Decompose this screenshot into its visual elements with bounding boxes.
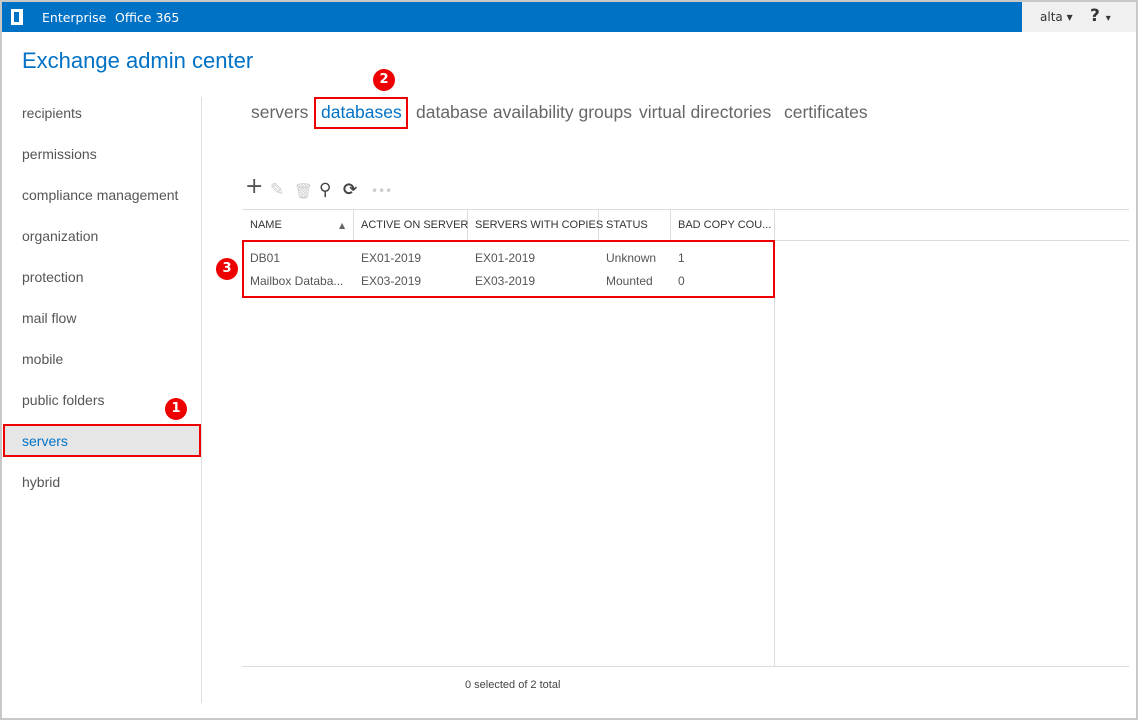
col-header-name[interactable]: NAME (250, 219, 282, 231)
annotation-box-3 (242, 240, 775, 298)
annotation-badge-1: 1 (165, 398, 187, 420)
sidebar-item-hybrid[interactable]: hybrid (22, 474, 60, 490)
tab-virtual-directories[interactable]: virtual directories (639, 102, 771, 123)
refresh-icon[interactable]: ⟳ (343, 180, 357, 200)
sidebar-item-protection[interactable]: protection (22, 269, 83, 285)
sidebar-item-organization[interactable]: organization (22, 228, 98, 244)
tab-certificates[interactable]: certificates (784, 102, 868, 123)
col-header-servers-copies[interactable]: SERVERS WITH COPIES (475, 219, 603, 231)
tab-servers[interactable]: servers (251, 102, 308, 123)
top-bar: Enterprise Office 365 (2, 2, 1136, 32)
more-icon[interactable]: ••• (371, 184, 392, 198)
tab-dags[interactable]: database availability groups (416, 102, 632, 123)
col-header-status[interactable]: STATUS (606, 219, 648, 231)
sidebar-item-public-folders[interactable]: public folders (22, 392, 105, 408)
sidebar-item-mail-flow[interactable]: mail flow (22, 310, 76, 326)
table-top-border (242, 209, 1129, 210)
nav-office365[interactable]: Office 365 (115, 10, 179, 25)
col-header-active-server[interactable]: ACTIVE ON SERVER (361, 219, 468, 231)
col-divider (670, 209, 671, 240)
sidebar-item-mobile[interactable]: mobile (22, 351, 63, 367)
add-icon[interactable]: + (245, 174, 263, 199)
annotation-badge-3: 3 (216, 258, 238, 280)
sidebar-item-recipients[interactable]: recipients (22, 105, 82, 121)
user-name: alta (1040, 10, 1063, 24)
user-menu[interactable]: alta ▾ (1040, 10, 1073, 24)
annotation-box-1 (3, 424, 201, 457)
page-title: Exchange admin center (22, 48, 254, 73)
office-logo-icon[interactable] (11, 9, 23, 25)
nav-enterprise[interactable]: Enterprise (42, 10, 106, 25)
sort-ascending-icon[interactable]: ▲ (339, 221, 345, 230)
annotation-badge-2: 2 (373, 69, 395, 91)
col-header-bad-copy[interactable]: BAD COPY COU... (678, 219, 771, 231)
delete-icon[interactable]: 🗑 (294, 182, 313, 200)
user-area: alta ▾ ? ▾ (1022, 2, 1136, 32)
table-bottom-border (242, 666, 1129, 667)
selection-count: 0 selected of 2 total (465, 679, 561, 691)
edit-icon[interactable]: ✎ (270, 180, 284, 200)
col-divider (353, 209, 354, 240)
sidebar-divider (201, 97, 202, 703)
search-icon[interactable]: ⚲ (319, 180, 331, 200)
help-menu[interactable]: ? ▾ (1090, 6, 1111, 26)
help-icon: ? (1090, 6, 1100, 26)
annotation-box-2 (314, 97, 408, 129)
sidebar-item-permissions[interactable]: permissions (22, 146, 97, 162)
sidebar-item-compliance[interactable]: compliance management (22, 187, 178, 203)
